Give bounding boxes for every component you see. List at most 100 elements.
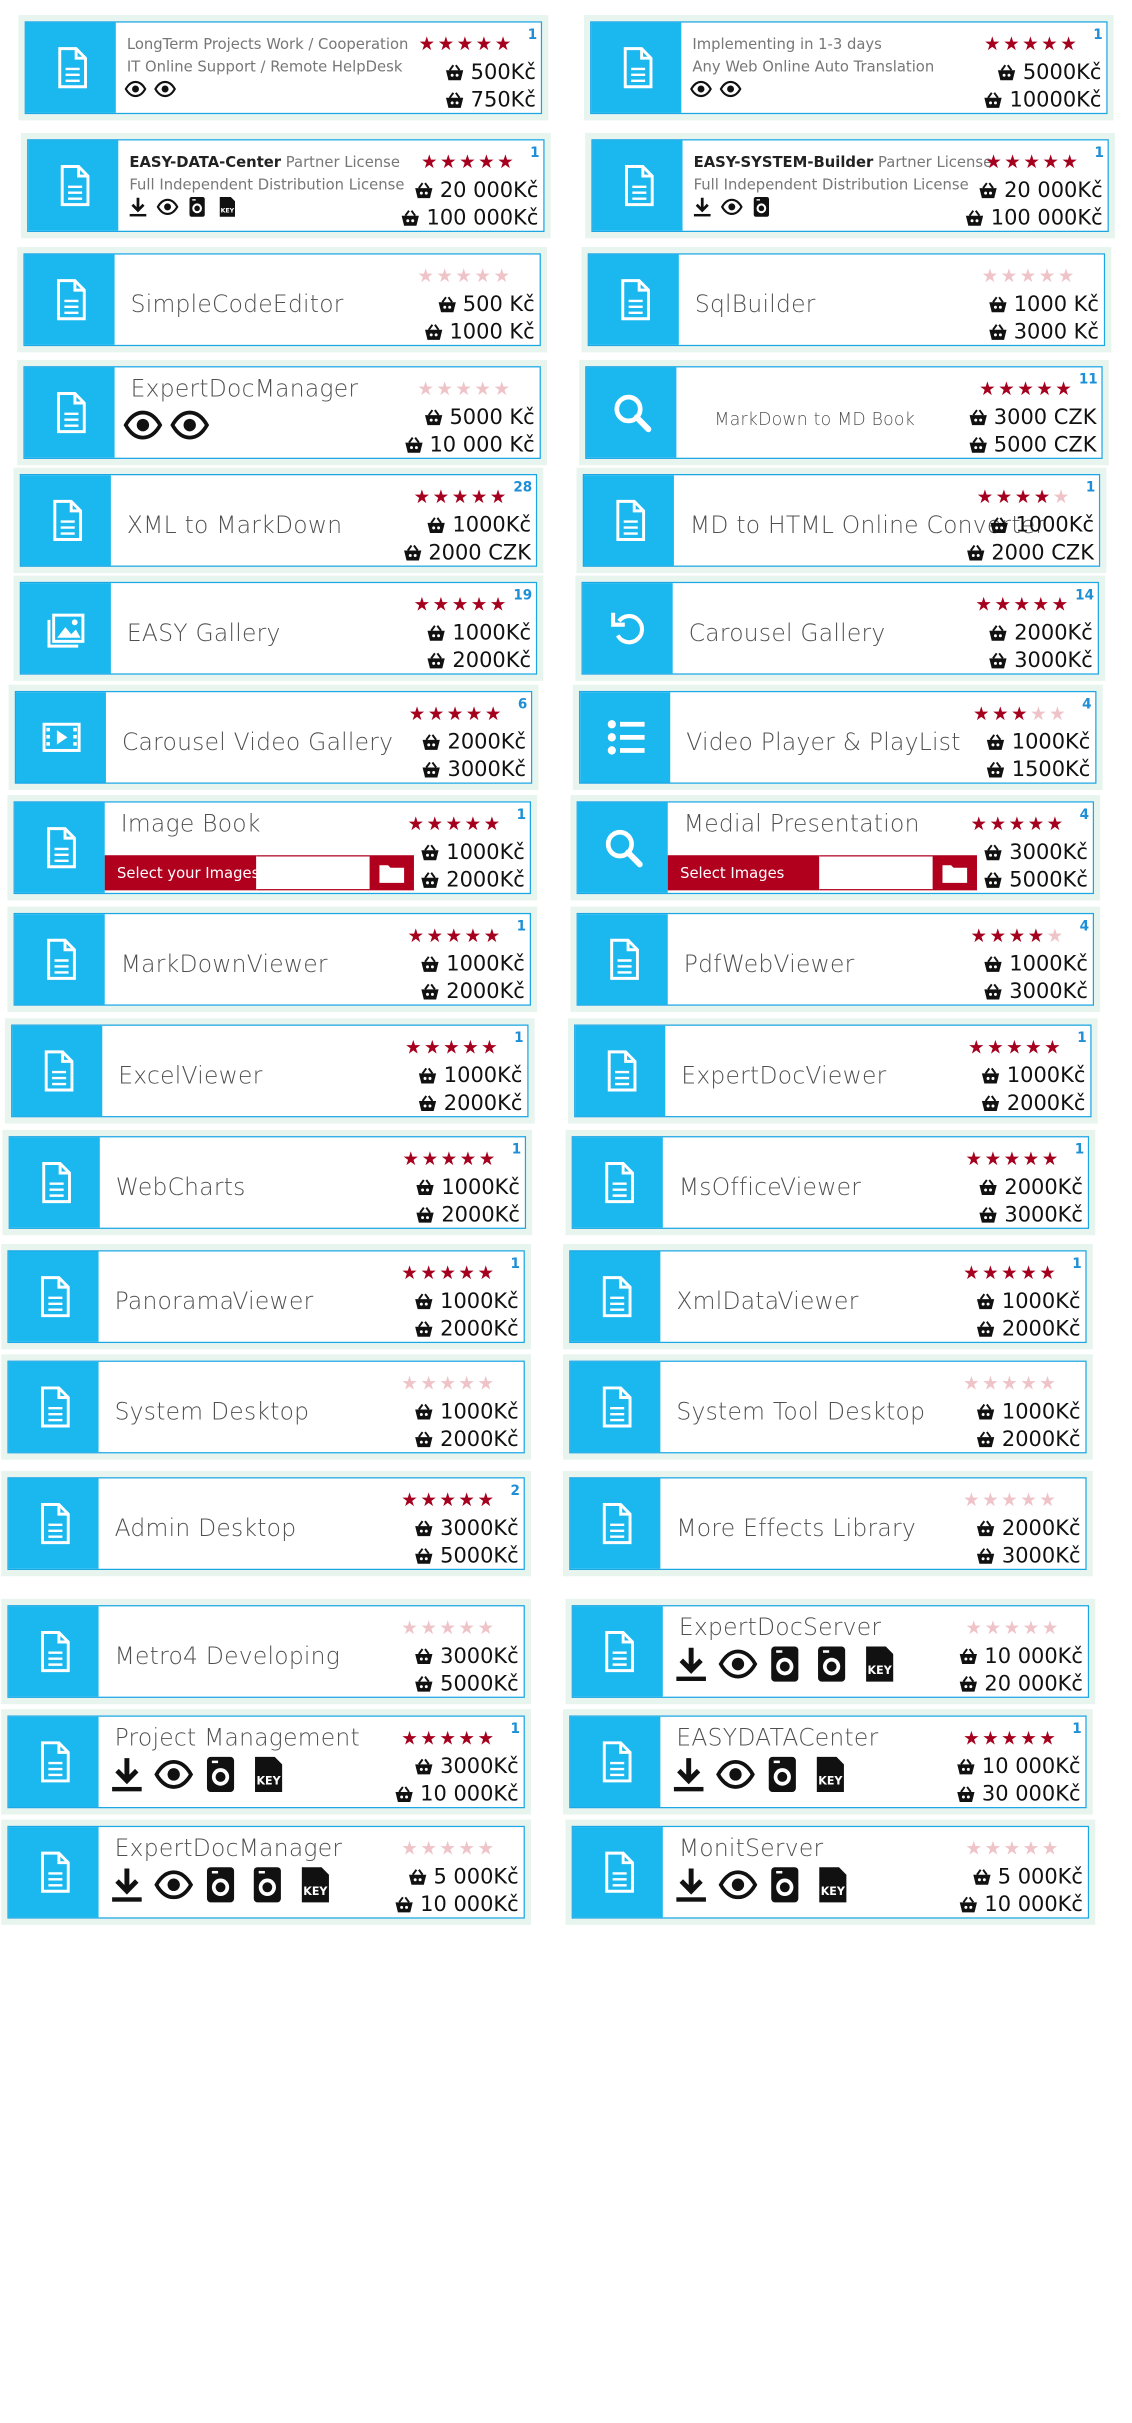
product-tile[interactable]: ExcelViewer ★★★★★ 1 1000Kč 2000Kč bbox=[11, 1024, 529, 1118]
star-rating[interactable]: ★★★★★ bbox=[405, 1036, 500, 1059]
price-full[interactable]: 2000Kč bbox=[414, 1427, 519, 1452]
star-icon[interactable]: ★ bbox=[403, 1147, 422, 1170]
product-tile[interactable]: EASY-DATA-Center Partner License Full Ind… bbox=[27, 139, 545, 232]
star-rating[interactable]: ★★★★★ bbox=[414, 593, 509, 616]
star-icon[interactable]: ★ bbox=[1049, 702, 1068, 725]
product-tile[interactable]: PdfWebViewer ★★★★★ 4 1000Kč 3000Kč bbox=[576, 912, 1095, 1006]
product-tile[interactable]: SimpleCodeEditor ★★★★★ 500 Kč 1000 Kč bbox=[23, 253, 541, 347]
washer-icon[interactable] bbox=[765, 1644, 804, 1689]
star-icon[interactable]: ★ bbox=[984, 33, 1003, 56]
product-tile[interactable]: Medial Presentation ★★★★★ 4 3000Kč 5000Kč Sel… bbox=[576, 801, 1095, 895]
star-rating[interactable]: ★★★★★ bbox=[401, 1488, 496, 1511]
star-rating[interactable]: ★★★★★ bbox=[401, 1262, 496, 1285]
star-rating[interactable]: ★★★★★ bbox=[984, 33, 1079, 56]
washer-icon[interactable] bbox=[201, 1754, 240, 1799]
product-tile[interactable]: Carousel Gallery ★★★★★ 14 2000Kč 3000Kč bbox=[581, 581, 1099, 675]
star-icon[interactable]: ★ bbox=[970, 924, 989, 947]
product-tile[interactable]: Implementing in 1-3 days Any Web Online A… bbox=[590, 21, 1108, 115]
price-basic[interactable]: 2000Kč bbox=[988, 621, 1093, 646]
star-icon[interactable]: ★ bbox=[970, 813, 989, 836]
star-icon[interactable]: ★ bbox=[447, 702, 466, 725]
star-icon[interactable]: ★ bbox=[459, 150, 478, 173]
star-icon[interactable]: ★ bbox=[1025, 1036, 1044, 1059]
star-icon[interactable]: ★ bbox=[407, 813, 426, 836]
price-full[interactable]: 2000Kč bbox=[976, 1427, 1080, 1452]
star-rating[interactable]: ★★★★★ bbox=[407, 924, 502, 947]
washer-icon[interactable] bbox=[750, 196, 772, 224]
star-rating[interactable]: ★★★★★ bbox=[419, 33, 514, 56]
price-basic[interactable]: 1000Kč bbox=[976, 1289, 1080, 1314]
eye-icon[interactable] bbox=[690, 78, 712, 106]
star-icon[interactable]: ★ bbox=[452, 485, 471, 508]
star-icon[interactable]: ★ bbox=[478, 150, 497, 173]
price-full[interactable]: 10000Kč bbox=[984, 88, 1101, 113]
price-full[interactable]: 10 000 Kč bbox=[404, 433, 535, 458]
product-tile[interactable]: XML to MarkDown ★★★★★ 28 1000Kč 2000 CZK bbox=[19, 474, 538, 567]
price-full[interactable]: 2000Kč bbox=[420, 979, 525, 1004]
star-icon[interactable]: ★ bbox=[1023, 1147, 1042, 1170]
star-icon[interactable]: ★ bbox=[982, 1372, 1001, 1395]
product-tile[interactable]: ExpertDocManager ★★★★★ 5000 Kč 10 000 Kč bbox=[23, 366, 541, 459]
star-icon[interactable]: ★ bbox=[493, 377, 512, 400]
star-icon[interactable]: ★ bbox=[1004, 1837, 1023, 1860]
price-full[interactable]: 3000Kč bbox=[976, 1544, 1080, 1569]
eye-icon[interactable] bbox=[716, 1754, 755, 1799]
star-icon[interactable]: ★ bbox=[982, 1727, 1001, 1750]
star-icon[interactable]: ★ bbox=[420, 1837, 439, 1860]
price-full[interactable]: 2000Kč bbox=[418, 1091, 522, 1116]
star-icon[interactable]: ★ bbox=[462, 1036, 481, 1059]
star-icon[interactable]: ★ bbox=[474, 377, 493, 400]
eye-icon[interactable] bbox=[154, 1754, 194, 1799]
washer-icon[interactable] bbox=[765, 1865, 804, 1910]
price-basic[interactable]: 1000Kč bbox=[414, 1289, 519, 1314]
price-full[interactable]: 2000 CZK bbox=[965, 540, 1094, 566]
eye-icon[interactable] bbox=[124, 78, 147, 106]
product-tile[interactable]: ExpertDocManager ★★★★★ 5 000Kč 10 000Kč KEY bbox=[7, 1825, 525, 1919]
price-basic[interactable]: 500Kč bbox=[445, 60, 536, 85]
price-full[interactable]: 3000Kč bbox=[422, 757, 526, 782]
star-icon[interactable]: ★ bbox=[985, 1616, 1004, 1639]
star-icon[interactable]: ★ bbox=[421, 150, 440, 173]
star-icon[interactable]: ★ bbox=[1053, 485, 1072, 508]
star-icon[interactable]: ★ bbox=[1011, 702, 1030, 725]
key-icon[interactable]: KEY bbox=[248, 1754, 287, 1799]
star-rating[interactable]: ★★★★★ bbox=[982, 265, 1077, 288]
star-icon[interactable]: ★ bbox=[407, 924, 426, 947]
star-icon[interactable]: ★ bbox=[476, 33, 495, 56]
star-icon[interactable]: ★ bbox=[477, 1372, 496, 1395]
star-rating[interactable]: ★★★★★ bbox=[966, 1837, 1061, 1860]
star-icon[interactable]: ★ bbox=[446, 924, 465, 947]
star-icon[interactable]: ★ bbox=[1061, 150, 1080, 173]
star-icon[interactable]: ★ bbox=[401, 1262, 420, 1285]
star-rating[interactable]: ★★★★★ bbox=[970, 813, 1065, 836]
price-basic[interactable]: 1000Kč bbox=[415, 1175, 520, 1200]
eye-icon[interactable] bbox=[718, 1644, 758, 1689]
star-icon[interactable]: ★ bbox=[1017, 377, 1036, 400]
star-icon[interactable]: ★ bbox=[420, 1372, 439, 1395]
star-icon[interactable]: ★ bbox=[477, 1262, 496, 1285]
product-tile[interactable]: System Desktop ★★★★★ 1000Kč 2000Kč bbox=[7, 1360, 525, 1454]
star-icon[interactable]: ★ bbox=[1036, 377, 1055, 400]
price-basic[interactable]: 20 000Kč bbox=[414, 178, 538, 203]
washer-icon[interactable] bbox=[186, 196, 208, 224]
star-icon[interactable]: ★ bbox=[460, 1147, 479, 1170]
star-icon[interactable]: ★ bbox=[1023, 150, 1042, 173]
star-icon[interactable]: ★ bbox=[420, 1616, 439, 1639]
star-icon[interactable]: ★ bbox=[987, 1036, 1006, 1059]
star-icon[interactable]: ★ bbox=[1041, 33, 1060, 56]
star-icon[interactable]: ★ bbox=[1001, 1488, 1020, 1511]
star-rating[interactable]: ★★★★★ bbox=[985, 150, 1080, 173]
star-icon[interactable]: ★ bbox=[982, 1488, 1001, 1511]
price-full[interactable]: 10 000Kč bbox=[394, 1892, 519, 1917]
star-icon[interactable]: ★ bbox=[1009, 924, 1028, 947]
star-icon[interactable]: ★ bbox=[439, 1616, 458, 1639]
product-tile[interactable]: MsOfficeViewer ★★★★★ 1 2000Kč 3000Kč bbox=[571, 1136, 1090, 1229]
key-icon[interactable]: KEY bbox=[809, 1754, 848, 1799]
star-rating[interactable]: ★★★★★ bbox=[417, 265, 512, 288]
star-icon[interactable]: ★ bbox=[417, 377, 436, 400]
star-rating[interactable]: ★★★★★ bbox=[403, 1147, 498, 1170]
price-full[interactable]: 3000Kč bbox=[983, 979, 1088, 1004]
star-icon[interactable]: ★ bbox=[1055, 377, 1074, 400]
star-rating[interactable]: ★★★★★ bbox=[963, 1727, 1058, 1750]
price-basic[interactable]: 3000Kč bbox=[414, 1516, 519, 1541]
